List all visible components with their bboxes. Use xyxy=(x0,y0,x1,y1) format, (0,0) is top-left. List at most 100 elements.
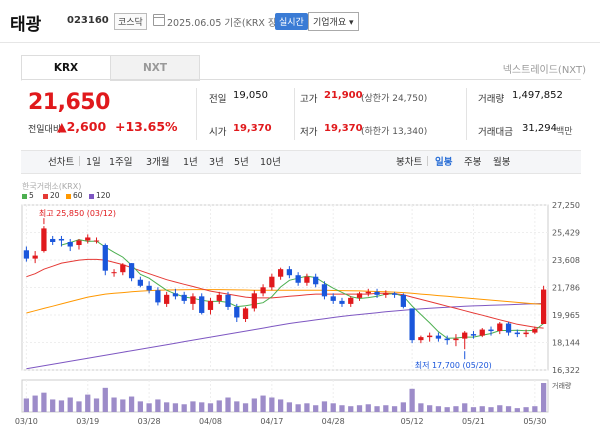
candle-body xyxy=(435,335,442,339)
candle-body xyxy=(172,293,179,297)
candle-body xyxy=(532,328,538,333)
volume-frame xyxy=(21,379,549,413)
volume-bar xyxy=(313,405,319,412)
volume-bar xyxy=(199,402,205,412)
volume-bar xyxy=(155,399,161,412)
candle-body xyxy=(58,238,65,241)
volume-bar xyxy=(523,407,529,412)
candle-body xyxy=(356,293,363,298)
volume-bar xyxy=(172,403,179,412)
volume-bar xyxy=(304,403,310,412)
volume-bar xyxy=(540,383,547,412)
x-tick-label: 03/28 xyxy=(138,417,161,426)
volume-bar xyxy=(488,407,494,412)
candle-body xyxy=(444,338,450,341)
candle-body xyxy=(427,335,433,338)
volume-bar xyxy=(102,387,108,412)
candle-body xyxy=(313,276,319,285)
candle-body xyxy=(505,323,512,333)
volume-bar xyxy=(128,396,135,412)
candle-body xyxy=(479,329,485,336)
candle-body xyxy=(286,269,293,276)
volume-bar xyxy=(242,403,249,412)
volume-bar xyxy=(120,399,126,412)
candle-body xyxy=(470,334,477,336)
candle-body xyxy=(497,323,503,332)
x-tick-label: 04/17 xyxy=(260,417,283,426)
candle-body xyxy=(93,240,100,242)
x-tick-label: 05/30 xyxy=(523,417,546,426)
volume-bar xyxy=(356,405,363,412)
candle-body xyxy=(365,291,371,294)
volume-bar xyxy=(234,401,240,412)
volume-bar xyxy=(190,401,196,412)
volume-bar xyxy=(286,402,293,412)
low-annotation: 최저 17,700 (05/20) xyxy=(415,360,492,370)
candle-body xyxy=(234,306,240,318)
volume-bar xyxy=(58,400,65,412)
y-tick-label: 19,965 xyxy=(552,311,580,320)
volume-bar xyxy=(67,397,73,412)
volume-bar xyxy=(137,401,143,412)
y-tick-label: 21,786 xyxy=(552,284,580,293)
volume-bar xyxy=(427,405,433,412)
x-tick-label: 05/21 xyxy=(462,417,485,426)
volume-bar xyxy=(391,406,398,412)
candle-body xyxy=(164,294,170,304)
volume-bar xyxy=(216,400,222,412)
volume-bar xyxy=(497,405,503,412)
volume-bar xyxy=(207,403,214,412)
price-chart[interactable]: 27,250 25,429 23,608 21,786 19,965 18,144 16,3… xyxy=(0,0,600,446)
candle-body xyxy=(277,269,284,277)
candle-body xyxy=(67,241,73,247)
volume-bar xyxy=(295,404,301,412)
volume-bar xyxy=(400,402,406,412)
volume-bar xyxy=(269,397,275,412)
candle-body xyxy=(146,285,152,291)
candle-body xyxy=(190,296,196,304)
candle-body xyxy=(23,250,30,259)
candle-body xyxy=(181,294,187,301)
ma5-line xyxy=(61,239,544,339)
volume-bar xyxy=(365,404,371,412)
volume-bar xyxy=(470,407,477,412)
candle-body xyxy=(216,294,222,301)
volume-bar xyxy=(93,398,100,412)
y-tick-label: 16,322 xyxy=(552,366,580,375)
x-tick-label: 03/19 xyxy=(76,417,99,426)
candle-body xyxy=(453,338,459,341)
volume-bar xyxy=(348,406,354,412)
volume-bar xyxy=(321,401,328,412)
volume-bar xyxy=(435,406,442,412)
candle-body xyxy=(540,289,547,324)
candle-body xyxy=(269,276,275,288)
candle-body xyxy=(304,276,310,283)
volume-bar xyxy=(383,405,389,412)
candle-body xyxy=(514,332,520,335)
volume-bar xyxy=(225,397,231,412)
volume-bar xyxy=(85,394,91,412)
candle-body xyxy=(111,272,117,274)
candle-body xyxy=(260,287,266,294)
volume-axis-label: 거래량 xyxy=(552,381,572,390)
candle-body xyxy=(128,263,135,279)
candle-body xyxy=(418,337,424,341)
candle-body xyxy=(523,332,529,335)
volume-bar xyxy=(76,401,82,412)
volume-bar xyxy=(505,406,512,412)
candle-body xyxy=(137,279,143,286)
volume-bar xyxy=(479,406,485,412)
high-annotation: 최고 25,850 (03/12) xyxy=(39,208,116,218)
x-tick-label: 03/10 xyxy=(15,417,38,426)
candle-body xyxy=(76,240,82,246)
volume-bar xyxy=(374,406,380,412)
candle-body xyxy=(120,264,126,273)
candle-body xyxy=(391,293,398,295)
candle-body xyxy=(155,290,161,303)
y-tick-label: 25,429 xyxy=(552,229,580,238)
x-tick-label: 04/28 xyxy=(322,417,345,426)
volume-bar xyxy=(409,388,415,412)
y-tick-label: 27,250 xyxy=(552,201,580,210)
volume-bar xyxy=(418,403,424,412)
candle-body xyxy=(330,296,336,301)
